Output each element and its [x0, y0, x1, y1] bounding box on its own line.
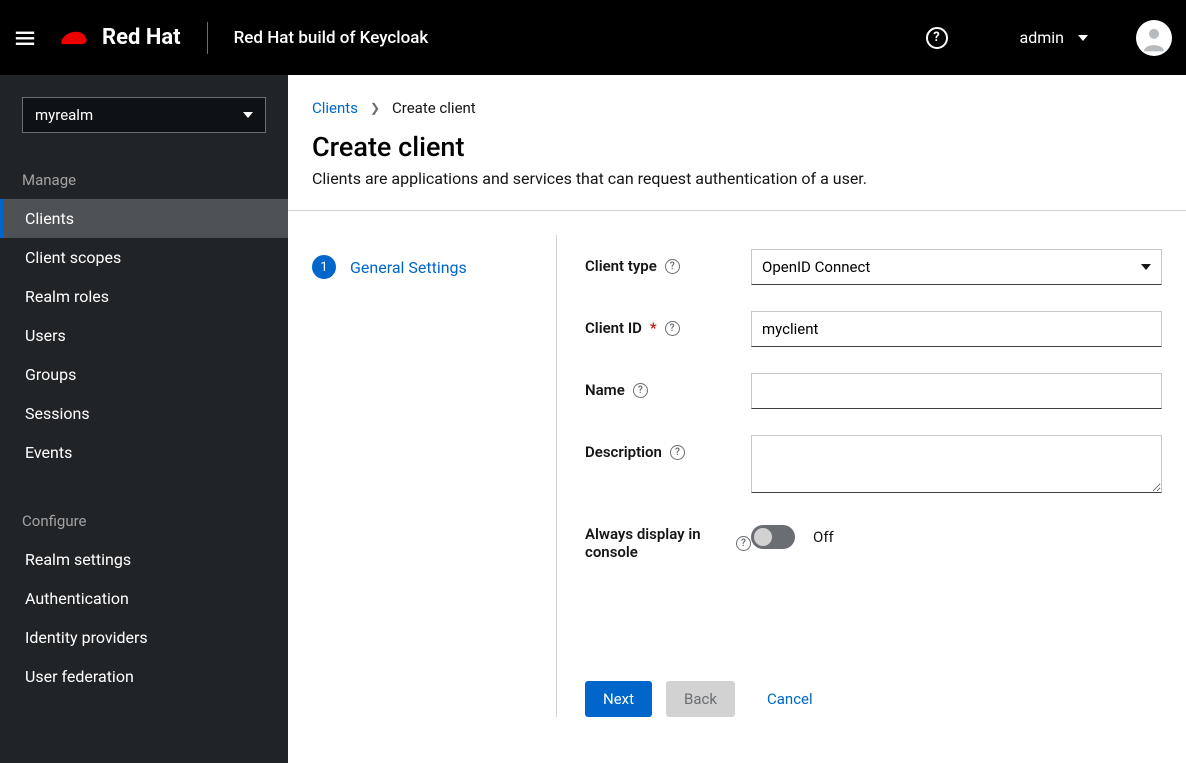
main-content: Clients ❯ Create client Create client Cl…	[288, 75, 1186, 763]
sidebar-item-user-federation[interactable]: User federation	[0, 657, 288, 696]
required-mark: *	[650, 319, 657, 337]
always-display-label: Always display in console	[585, 525, 728, 561]
wizard-steps: 1 General Settings	[312, 235, 557, 717]
cancel-button[interactable]: Cancel	[749, 681, 831, 717]
step-number: 1	[312, 255, 336, 279]
client-type-select[interactable]: OpenID Connect	[751, 249, 1162, 285]
redhat-logo-icon	[56, 24, 92, 52]
realm-name: myrealm	[35, 106, 93, 124]
app-title: Red Hat build of Keycloak	[234, 28, 429, 48]
help-icon[interactable]: ?	[665, 259, 680, 274]
help-icon[interactable]: ?	[736, 536, 751, 551]
nav-group-configure: Configure	[0, 492, 288, 540]
sidebar-item-users[interactable]: Users	[0, 316, 288, 355]
form-fields: Client type ? OpenID Connect Client ID *	[557, 235, 1162, 717]
caret-down-icon	[1141, 264, 1151, 270]
brand-name: Red Hat	[102, 25, 181, 50]
brand-divider	[207, 22, 208, 54]
hamburger-menu[interactable]	[0, 0, 50, 75]
sidebar-item-clients[interactable]: Clients	[0, 199, 288, 238]
client-id-input[interactable]	[751, 311, 1162, 347]
brand: Red Hat	[56, 24, 181, 52]
nav-group-manage: Manage	[0, 151, 288, 199]
avatar-icon	[1139, 23, 1169, 53]
hamburger-icon	[14, 27, 36, 49]
wizard-buttons: Next Back Cancel	[585, 681, 1162, 717]
wizard-step-general[interactable]: 1 General Settings	[312, 249, 556, 285]
client-type-label: Client type	[585, 257, 657, 275]
sidebar-item-groups[interactable]: Groups	[0, 355, 288, 394]
sidebar-item-realm-settings[interactable]: Realm settings	[0, 540, 288, 579]
help-icon[interactable]: ?	[633, 383, 648, 398]
breadcrumb-current: Create client	[392, 99, 476, 117]
help-icon[interactable]: ?	[670, 445, 685, 460]
next-button[interactable]: Next	[585, 681, 652, 717]
client-id-label: Client ID	[585, 319, 642, 337]
toggle-state: Off	[813, 528, 834, 546]
page-title: Create client	[312, 131, 1162, 163]
chevron-right-icon: ❯	[370, 101, 380, 115]
main-header: Clients ❯ Create client Create client Cl…	[288, 75, 1186, 211]
back-button[interactable]: Back	[666, 681, 735, 717]
client-type-value: OpenID Connect	[762, 258, 870, 276]
sidebar-item-authentication[interactable]: Authentication	[0, 579, 288, 618]
step-label: General Settings	[350, 258, 467, 277]
sidebar: myrealm Manage Clients Client scopes Rea…	[0, 75, 288, 763]
user-name: admin	[1020, 28, 1064, 47]
sidebar-item-sessions[interactable]: Sessions	[0, 394, 288, 433]
page-description: Clients are applications and services th…	[312, 169, 1162, 188]
breadcrumb-clients[interactable]: Clients	[312, 99, 358, 117]
user-menu[interactable]: admin	[1020, 28, 1088, 47]
description-input[interactable]	[751, 435, 1162, 493]
caret-down-icon	[1078, 35, 1088, 41]
name-label: Name	[585, 381, 625, 399]
always-display-toggle[interactable]	[751, 525, 795, 549]
avatar[interactable]	[1136, 20, 1172, 56]
help-button[interactable]: ?	[926, 27, 948, 49]
sidebar-item-client-scopes[interactable]: Client scopes	[0, 238, 288, 277]
sidebar-item-events[interactable]: Events	[0, 433, 288, 472]
breadcrumb: Clients ❯ Create client	[312, 99, 1162, 117]
help-icon[interactable]: ?	[665, 321, 680, 336]
realm-selector[interactable]: myrealm	[22, 97, 266, 133]
name-input[interactable]	[751, 373, 1162, 409]
sidebar-item-realm-roles[interactable]: Realm roles	[0, 277, 288, 316]
description-label: Description	[585, 443, 662, 461]
topbar: Red Hat Red Hat build of Keycloak ? admi…	[0, 0, 1186, 75]
caret-down-icon	[243, 112, 253, 118]
sidebar-item-identity-providers[interactable]: Identity providers	[0, 618, 288, 657]
